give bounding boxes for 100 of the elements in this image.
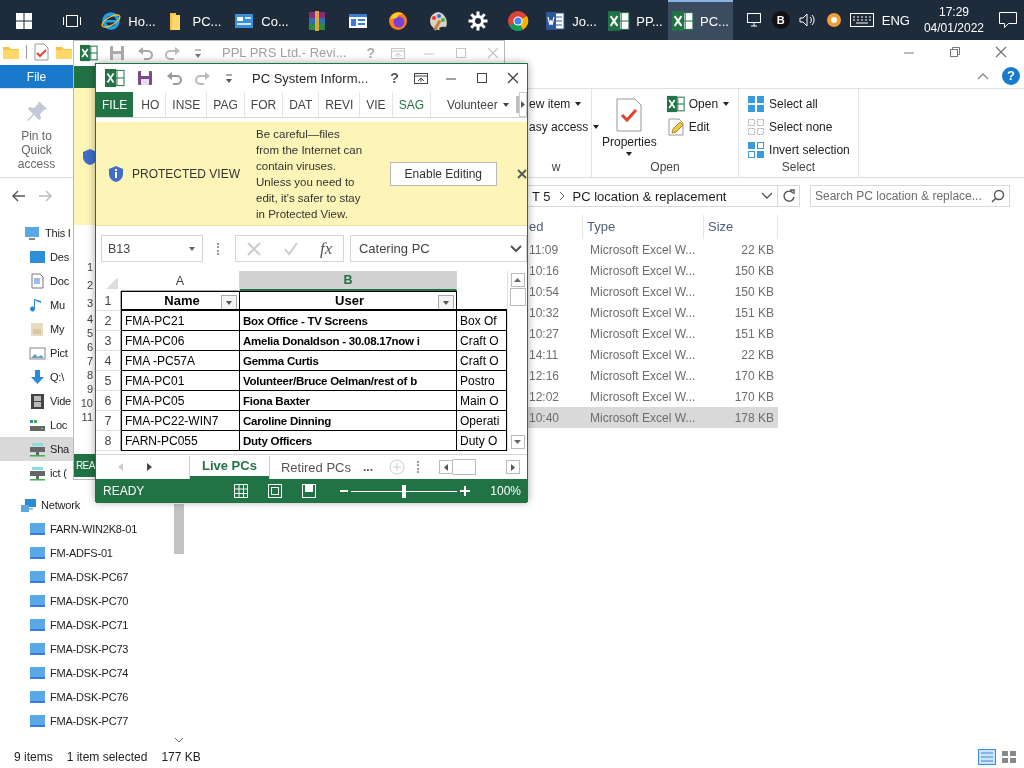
ribbon-tab[interactable]: Volunteer	[429, 92, 516, 117]
monitor-icon[interactable]	[745, 12, 764, 28]
help-button[interactable]: ?	[1002, 66, 1020, 85]
insert-function-button[interactable]: fx	[320, 238, 333, 259]
ribbon-tab[interactable]: DAT	[282, 92, 319, 117]
file-row[interactable]: 10:54 Microsoft Excel W... 150 KB	[527, 281, 778, 302]
ribbon-tab[interactable]: FILE	[96, 92, 134, 117]
ribbon-button[interactable]: Edit	[664, 116, 733, 137]
sidebar-item[interactable]: FMA-DSK-PC70	[0, 589, 129, 613]
sidebar-item[interactable]: My	[0, 317, 65, 341]
taskbar-button[interactable]: PC...	[160, 0, 226, 40]
column-header[interactable]: A	[121, 271, 240, 291]
filter-button[interactable]	[438, 295, 454, 309]
ribbon-button[interactable]: Select all	[745, 93, 852, 114]
taskbar-button[interactable]: PC...	[668, 0, 733, 40]
row-number[interactable]: 1	[96, 291, 121, 311]
ribbon-tab[interactable]: SAG	[391, 92, 430, 117]
clock-date[interactable]: 04/01/2022	[923, 20, 984, 36]
file-row[interactable]: 12:16 Microsoft Excel W... 170 KB	[527, 365, 778, 386]
column-header[interactable]: Size	[704, 215, 778, 239]
ribbon-tab[interactable]: PAG	[206, 92, 244, 117]
triangle-right-icon[interactable]	[147, 463, 152, 471]
customize-icon[interactable]	[223, 71, 235, 85]
ribbon-tab[interactable]: FOR	[243, 92, 283, 117]
breadcrumb[interactable]: T 5	[532, 188, 551, 204]
ribbon-button[interactable]: Invert selection	[745, 139, 852, 160]
taskbar-button[interactable]: PP...	[603, 0, 668, 40]
sidebar-item[interactable]: Des	[0, 245, 69, 269]
row-number[interactable]: 3	[96, 331, 121, 351]
sidebar-item[interactable]: FMA-DSK-PC73	[0, 637, 129, 661]
taskbar-button[interactable]: Ho...	[96, 0, 160, 40]
scroll-right-button[interactable]	[519, 92, 527, 117]
sidebar-item[interactable]: This I	[0, 221, 71, 245]
file-row[interactable]: 14:11 Microsoft Excel W... 22 KB	[527, 344, 778, 365]
sidebar-item[interactable]: FMA-DSK-PC74	[0, 661, 129, 685]
file-row[interactable]: 10:32 Microsoft Excel W... 151 KB	[527, 302, 778, 323]
ribbon-tab[interactable]: HO	[135, 92, 166, 117]
large-icons-view-icon[interactable]	[1000, 748, 1018, 765]
row-number[interactable]: 4	[96, 351, 121, 371]
page-break-view-icon[interactable]	[302, 484, 317, 498]
properties-icon[interactable]	[33, 42, 49, 61]
ribbon-tab[interactable]: VIE	[359, 92, 392, 117]
sidebar-item[interactable]: Q:\	[0, 365, 65, 389]
column-header[interactable]: B	[240, 271, 457, 291]
horizontal-scrollbar[interactable]	[439, 459, 520, 475]
formula-field[interactable]: Catering PC	[349, 235, 527, 262]
details-view-icon[interactable]	[978, 748, 996, 765]
scrollbar-thumb[interactable]	[509, 288, 526, 306]
language-indicator[interactable]: ENG	[881, 12, 910, 28]
file-row[interactable]: 10:27 Microsoft Excel W... 151 KB	[527, 323, 778, 344]
spreadsheet-icon[interactable]	[80, 43, 98, 62]
clock-time[interactable]: 17:29	[938, 4, 969, 20]
sidebar-item[interactable]: ict (	[0, 461, 67, 485]
pin-button[interactable]: Pin to Quick access	[0, 89, 73, 177]
row-number[interactable]: 7	[96, 411, 121, 431]
back-arrow-icon[interactable]	[10, 189, 26, 203]
refresh-icon[interactable]	[781, 189, 796, 203]
file-row[interactable]: 10:40 Microsoft Excel W... 178 KB	[527, 407, 778, 428]
row-number[interactable]: 2	[96, 311, 121, 331]
sidebar-item[interactable]: FMA-DSK-PC71	[0, 613, 129, 637]
ribbon-button[interactable]: Select none	[745, 116, 852, 137]
zoom-level[interactable]: 100%	[490, 484, 522, 498]
row-number[interactable]: 5	[96, 371, 121, 391]
sidebar-item[interactable]: Loc	[0, 413, 68, 437]
check-icon[interactable]	[283, 240, 300, 257]
ribbon-display-icon[interactable]	[411, 70, 430, 86]
sidebar-item[interactable]: Network	[0, 493, 80, 517]
ribbon-tab[interactable]: INSE	[165, 92, 207, 117]
enable-editing-button[interactable]: Enable Editing	[389, 161, 497, 186]
vertical-scrollbar[interactable]	[507, 271, 527, 451]
taskbar-button[interactable]: Co...	[226, 0, 296, 40]
filter-button[interactable]	[221, 295, 237, 309]
sidebar-item[interactable]: Vide	[0, 389, 72, 413]
sidebar-item[interactable]: Mu	[0, 293, 65, 317]
row-number[interactable]: 6	[96, 391, 121, 411]
ribbon-button[interactable]: Open	[664, 93, 733, 114]
save-icon[interactable]	[136, 69, 154, 87]
row-number[interactable]: 8	[96, 431, 121, 451]
sidebar-item[interactable]: Sha	[0, 437, 73, 461]
file-tab[interactable]: File	[0, 65, 73, 88]
help-button[interactable]: ?	[390, 70, 399, 86]
ribbon-tab[interactable]: REVI	[318, 92, 360, 117]
file-row[interactable]: 10:16 Microsoft Excel W... 150 KB	[527, 260, 778, 281]
sidebar-item[interactable]: Pict	[0, 341, 68, 365]
scrollbar-thumb[interactable]	[453, 459, 476, 475]
close-icon[interactable]	[517, 168, 527, 179]
column-header[interactable]: Type	[583, 215, 704, 239]
scrollbar-thumb[interactable]	[174, 504, 184, 554]
file-row[interactable]: 12:02 Microsoft Excel W... 170 KB	[527, 386, 778, 407]
taskbar-button[interactable]: Jo...	[538, 0, 603, 40]
file-row[interactable]: 11:09 Microsoft Excel W... 22 KB	[527, 239, 778, 260]
sidebar-item[interactable]: FM-ADFS-01	[0, 541, 113, 565]
normal-view-icon[interactable]	[234, 484, 249, 498]
sidebar-item[interactable]: FARN-WIN2K8-01	[0, 517, 138, 541]
zoom-out-icon[interactable]	[340, 487, 349, 495]
volume-icon[interactable]	[797, 12, 818, 28]
sidebar-item[interactable]: FMA-DSK-PC77	[0, 709, 129, 733]
tray-badge[interactable]: B	[771, 11, 790, 29]
sheet-tab[interactable]: Retired PCs	[268, 455, 363, 479]
name-box[interactable]: B13	[101, 235, 203, 262]
